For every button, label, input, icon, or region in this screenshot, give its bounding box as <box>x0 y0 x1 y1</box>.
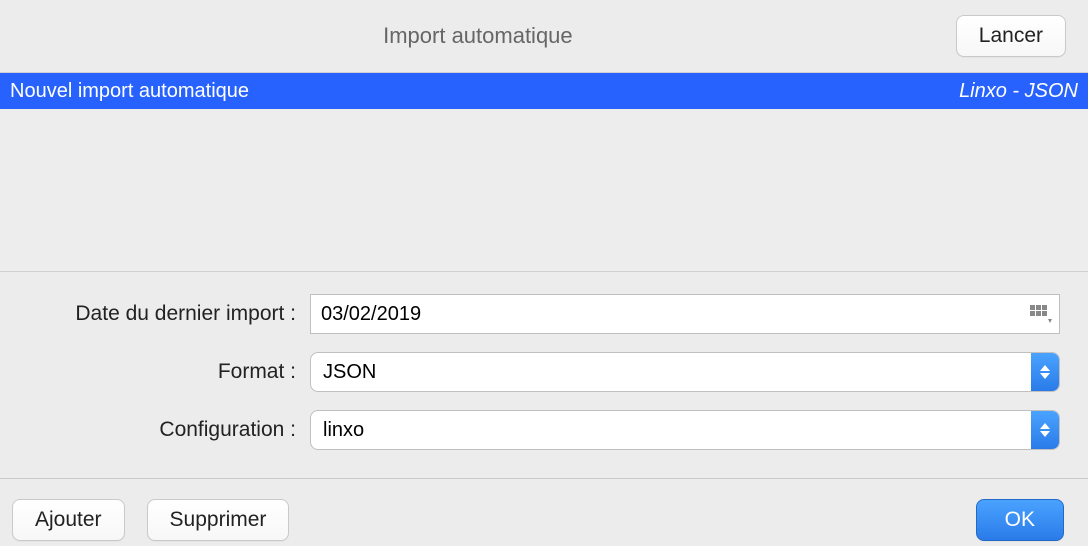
footer-left: Ajouter Supprimer <box>12 499 289 541</box>
import-list[interactable]: Nouvel import automatique Linxo - JSON <box>0 72 1088 272</box>
page-title: Import automatique <box>0 23 956 49</box>
form-row-date: Date du dernier import : <box>0 294 1060 334</box>
ok-button[interactable]: OK <box>976 499 1064 541</box>
footer: Ajouter Supprimer OK <box>0 479 1088 541</box>
config-select-wrap: linxo <box>310 410 1060 450</box>
config-select-value: linxo <box>311 411 1031 449</box>
form-row-format: Format : JSON <box>0 352 1060 392</box>
header: Import automatique Lancer <box>0 0 1088 72</box>
date-input[interactable] <box>310 294 1060 334</box>
launch-button[interactable]: Lancer <box>956 15 1066 57</box>
list-item[interactable]: Nouvel import automatique Linxo - JSON <box>0 73 1088 109</box>
format-label: Format : <box>0 360 310 384</box>
list-item-name: Nouvel import automatique <box>10 80 249 103</box>
chevron-updown-icon <box>1031 411 1059 449</box>
date-label: Date du dernier import : <box>0 302 310 326</box>
chevron-updown-icon <box>1031 353 1059 391</box>
config-select[interactable]: linxo <box>310 410 1060 450</box>
date-field-wrap <box>310 294 1060 334</box>
format-select[interactable]: JSON <box>310 352 1060 392</box>
delete-button[interactable]: Supprimer <box>147 499 290 541</box>
format-select-value: JSON <box>311 353 1031 391</box>
form-row-config: Configuration : linxo <box>0 410 1060 450</box>
add-button[interactable]: Ajouter <box>12 499 125 541</box>
list-item-type: Linxo - JSON <box>959 80 1078 103</box>
form-panel: Date du dernier import : Format : JSON <box>0 272 1088 478</box>
format-select-wrap: JSON <box>310 352 1060 392</box>
config-label: Configuration : <box>0 418 310 442</box>
